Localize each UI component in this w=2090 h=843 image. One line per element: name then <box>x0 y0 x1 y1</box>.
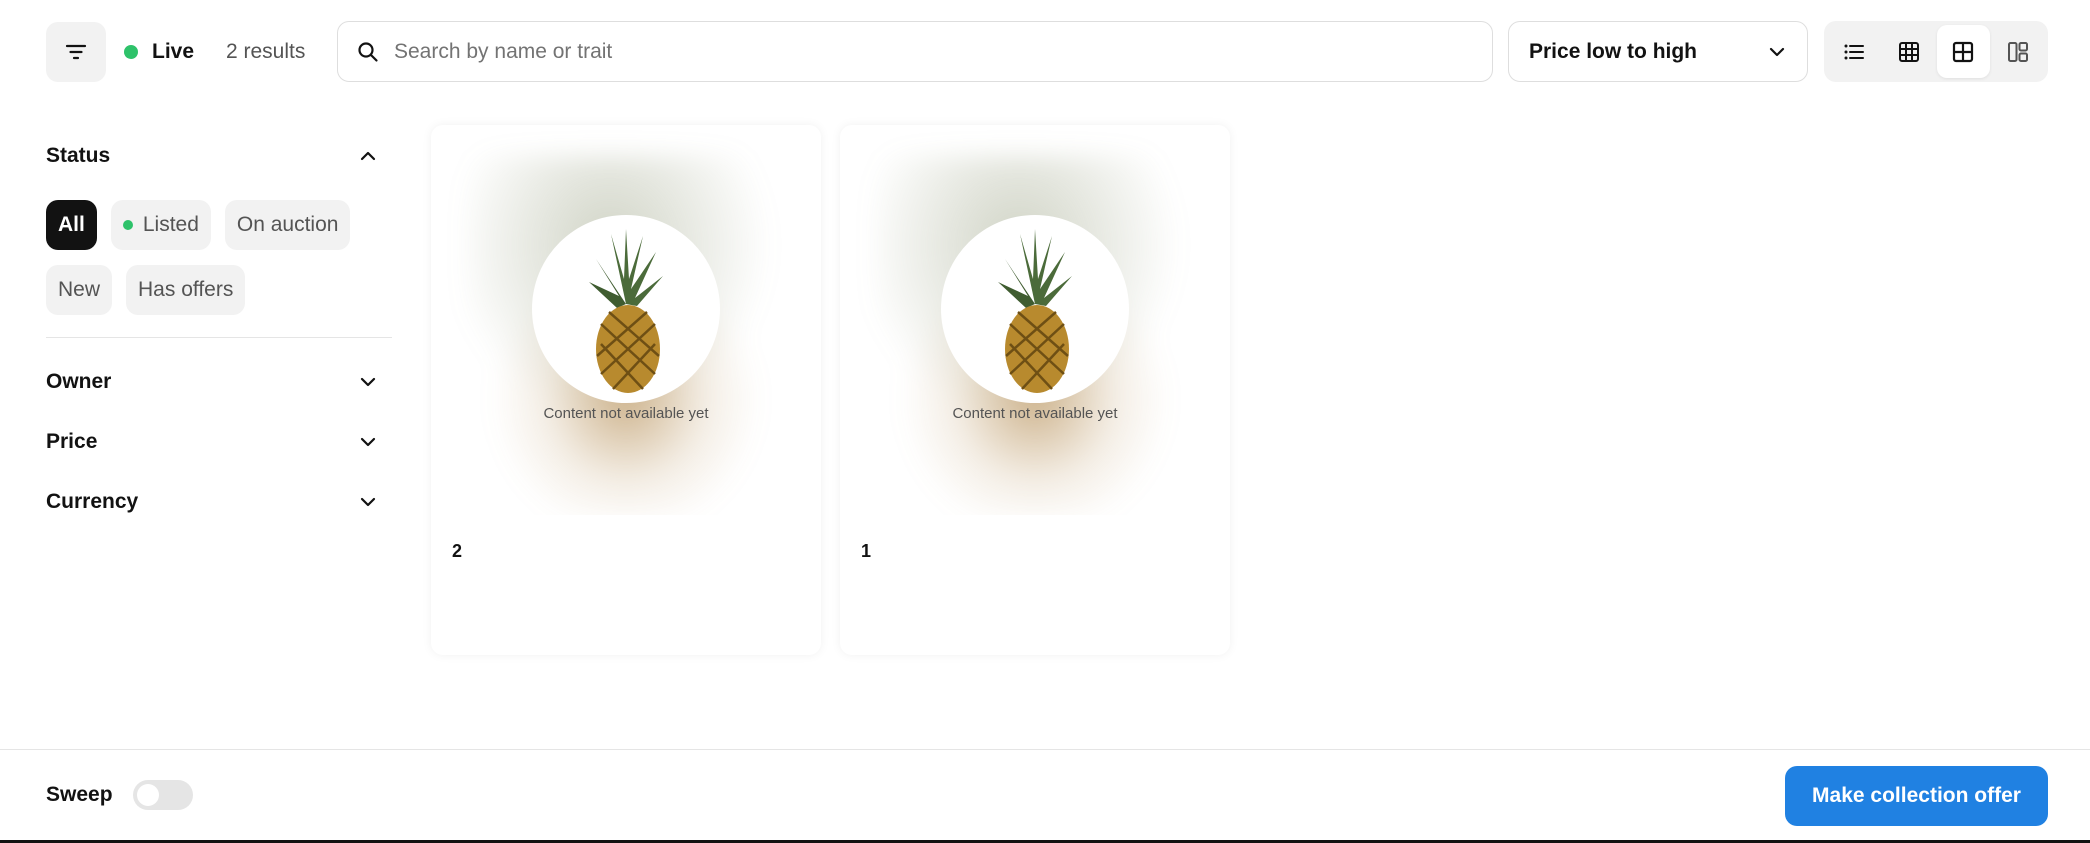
status-section-header[interactable]: Status <box>46 130 392 182</box>
grid-small-icon <box>1898 41 1919 62</box>
sweep-toggle[interactable] <box>132 780 193 810</box>
sweep-label: Sweep <box>46 783 113 806</box>
make-collection-offer-button[interactable]: Make collection offer <box>1785 766 2048 826</box>
owner-section-header[interactable]: Owner <box>46 352 392 412</box>
item-media: Content not available yet <box>840 125 1230 515</box>
results-count: 2 results <box>226 40 306 63</box>
live-status: Live <box>124 22 194 82</box>
item-media: Content not available yet <box>431 125 821 515</box>
item-grid: Content not available yet 2 Content not … <box>431 125 1230 655</box>
item-card[interactable]: Content not available yet 1 <box>840 125 1230 655</box>
item-name: 2 <box>452 541 463 561</box>
status-chip-listed[interactable]: Listed <box>110 200 211 250</box>
chip-label: All <box>58 213 85 236</box>
item-image <box>532 215 720 403</box>
view-list-button[interactable] <box>1828 25 1881 78</box>
price-section-header[interactable]: Price <box>46 412 392 472</box>
listed-dot-icon <box>122 220 133 230</box>
item-image <box>941 215 1129 403</box>
item-card[interactable]: Content not available yet 2 <box>431 125 821 655</box>
chevron-down-icon <box>360 497 376 507</box>
currency-section-header[interactable]: Currency <box>46 472 392 532</box>
filter-icon <box>65 44 87 60</box>
list-icon <box>1844 44 1865 59</box>
chip-label: Listed <box>142 213 199 236</box>
grid-large-icon <box>2007 41 2028 62</box>
status-chips: All Listed On auction New Has offers <box>46 182 386 333</box>
status-chip-new[interactable]: New <box>46 265 113 315</box>
item-name: 1 <box>861 541 872 561</box>
sort-dropdown[interactable]: Price low to high <box>1508 21 1808 82</box>
search-icon <box>358 41 378 62</box>
chip-label: New <box>58 278 101 301</box>
toggle-knob <box>136 784 159 806</box>
status-section-title: Status <box>46 144 111 167</box>
filter-toggle-button[interactable] <box>46 22 106 82</box>
sweep-control: Sweep <box>46 750 193 840</box>
chevron-down-icon <box>360 437 376 447</box>
search-box[interactable] <box>337 21 1493 82</box>
pineapple-icon <box>998 229 1072 393</box>
view-mode-toggle <box>1824 21 2048 82</box>
live-label: Live <box>152 40 195 63</box>
search-input[interactable] <box>394 39 1394 64</box>
top-toolbar: Live 2 results Price low to high <box>0 0 2090 102</box>
filter-sidebar: Status All Listed On auction New Has off… <box>46 130 392 532</box>
status-chip-all[interactable]: All <box>46 200 97 250</box>
chevron-down-icon <box>1769 47 1785 56</box>
sidebar-divider <box>46 337 392 338</box>
chip-label: On auction <box>236 213 339 236</box>
grid-medium-icon <box>1953 41 1974 62</box>
pineapple-icon <box>589 229 663 393</box>
price-section-title: Price <box>46 430 98 453</box>
view-grid-small-button[interactable] <box>1883 25 1936 78</box>
currency-section-title: Currency <box>46 490 139 513</box>
sort-selected-label: Price low to high <box>1529 39 1698 63</box>
status-chip-has-offers[interactable]: Has offers <box>126 265 246 315</box>
status-chip-on-auction[interactable]: On auction <box>224 200 351 250</box>
content-unavailable-text: Content not available yet <box>543 405 709 422</box>
view-grid-large-button[interactable] <box>1992 25 2045 78</box>
view-grid-medium-button[interactable] <box>1937 25 1990 78</box>
chevron-down-icon <box>360 377 376 387</box>
chip-label: Has offers <box>138 278 234 301</box>
content-unavailable-text: Content not available yet <box>952 405 1118 422</box>
footer-bar: Sweep Make collection offer <box>0 749 2090 841</box>
owner-section-title: Owner <box>46 370 112 393</box>
chevron-up-icon <box>360 151 376 161</box>
live-dot-icon <box>124 45 138 59</box>
